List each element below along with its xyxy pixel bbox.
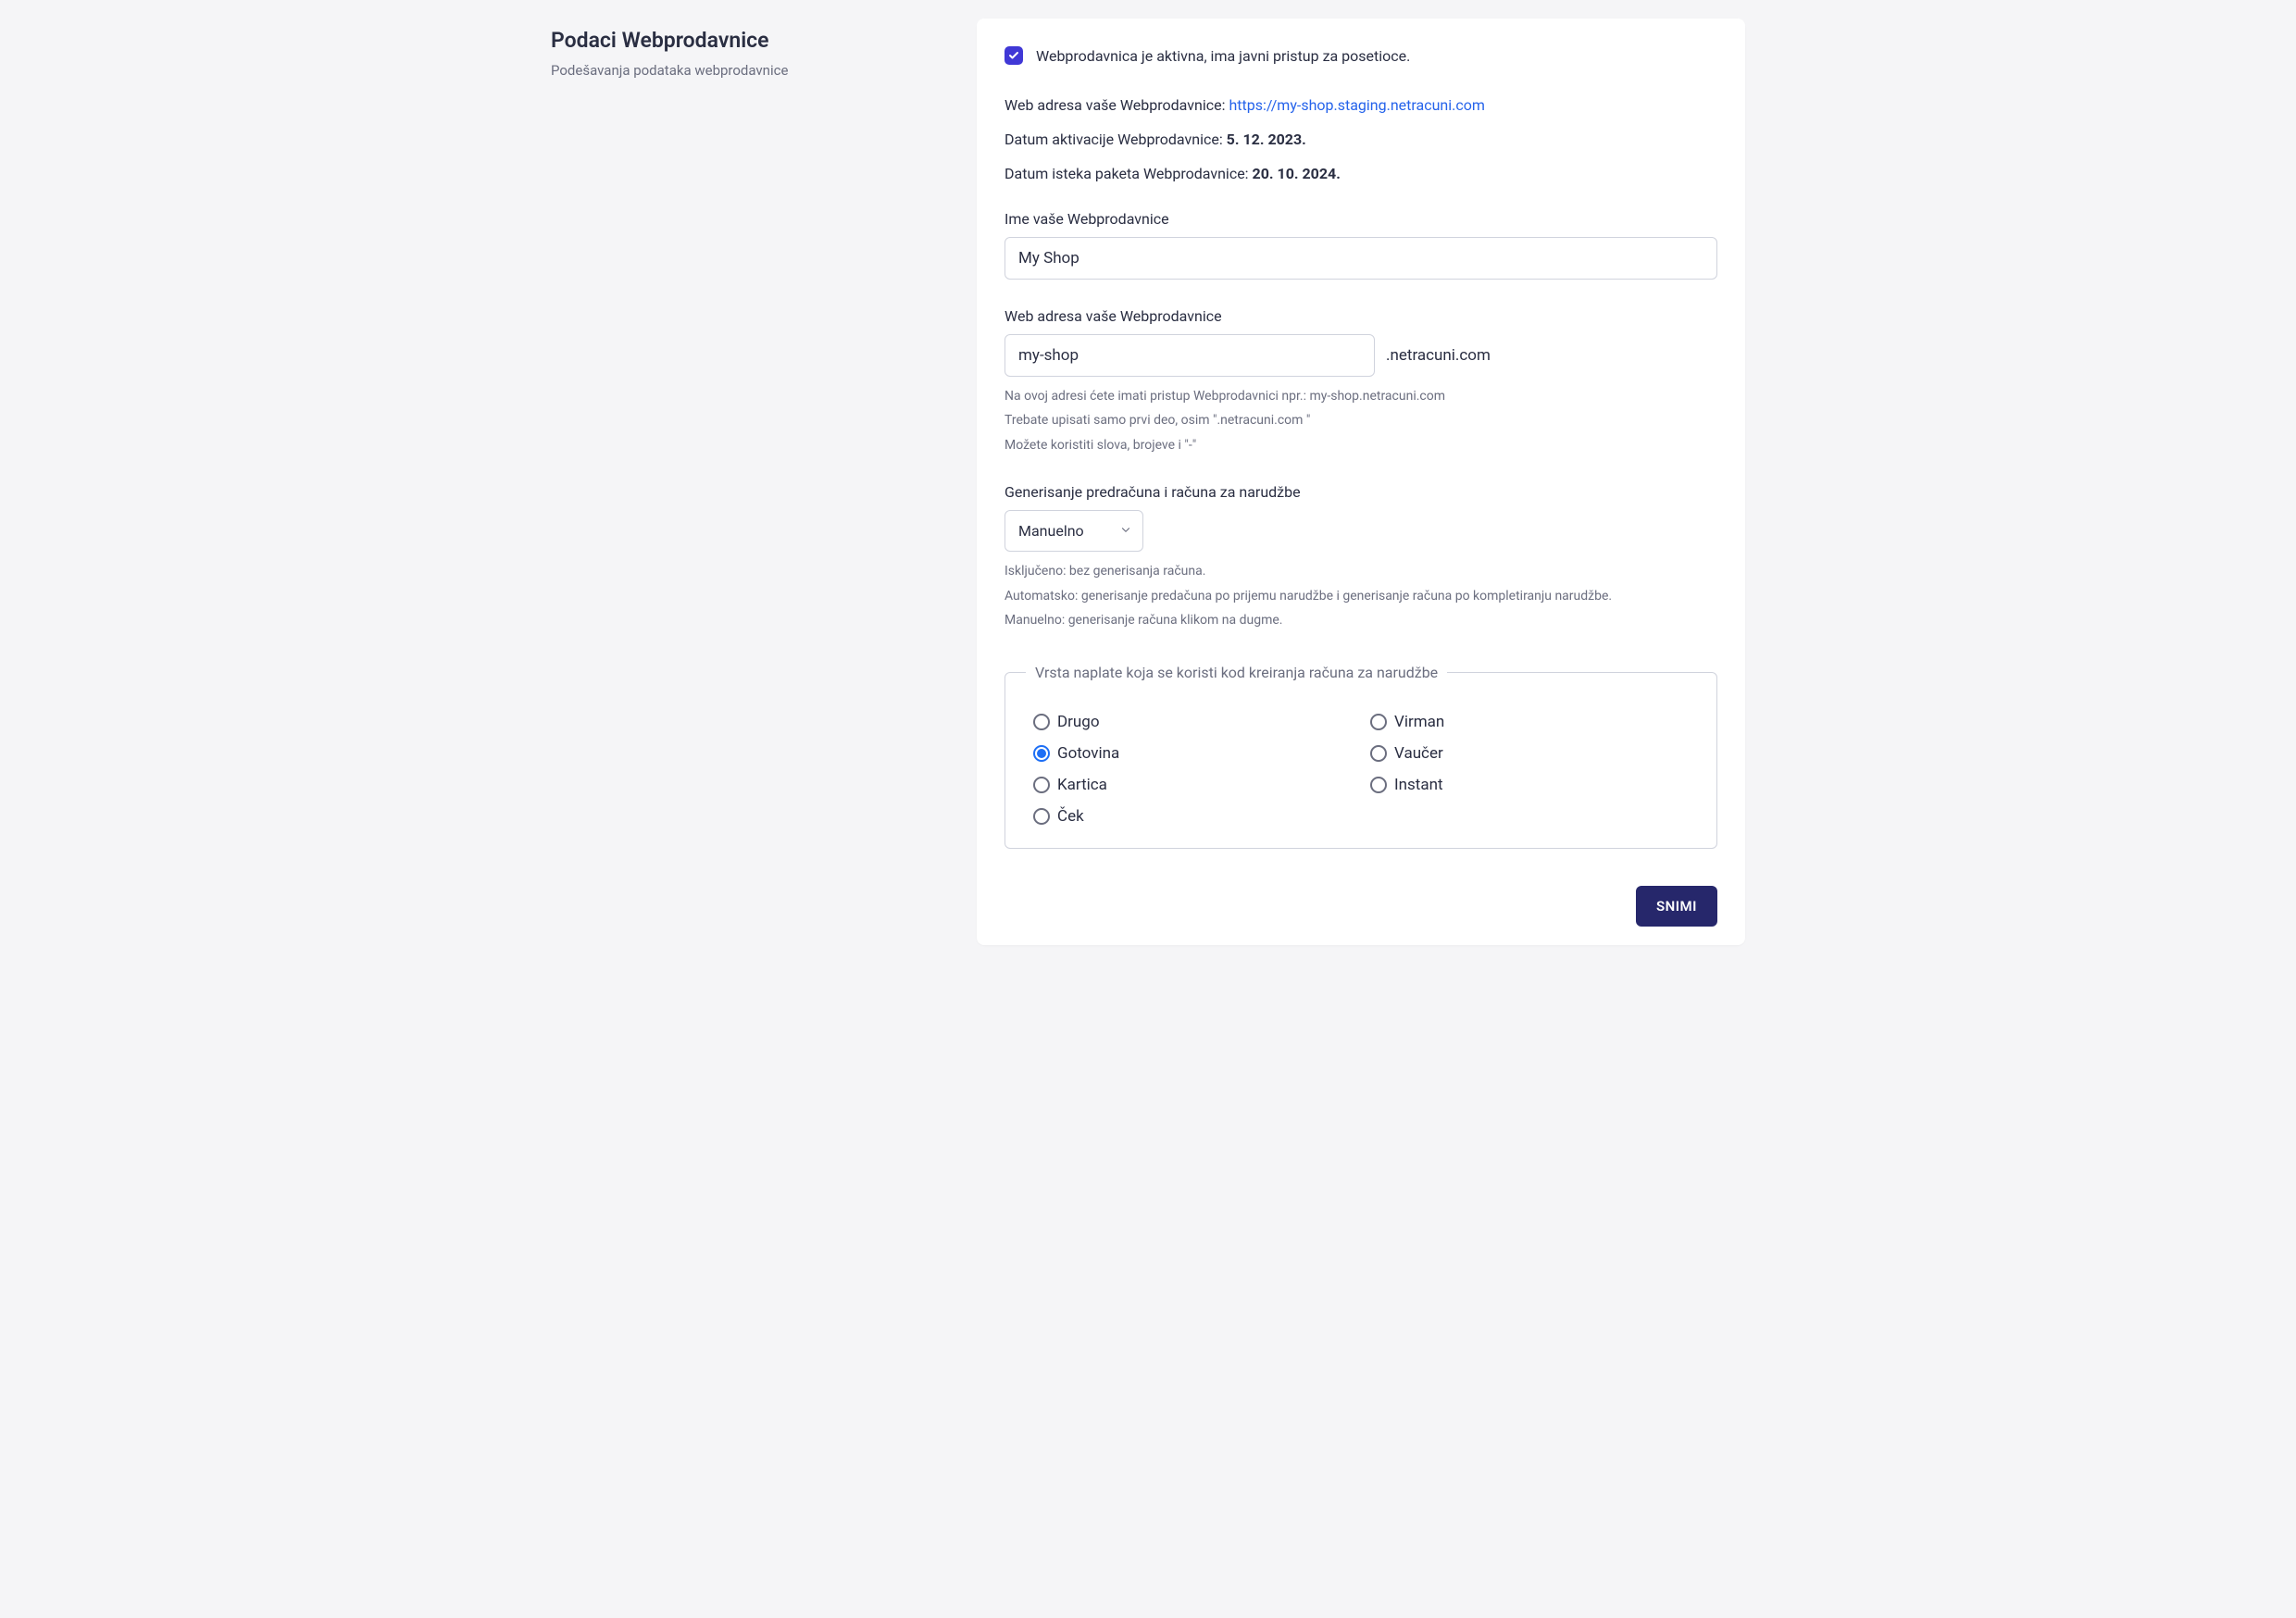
radio-icon [1033,714,1050,730]
help-text-line: Možete koristiti slova, brojeve i "-" [1004,435,1717,455]
radio-icon [1033,745,1050,762]
help-text-line: Na ovoj adresi ćete imati pristup Webpro… [1004,386,1717,406]
payment-type-radio[interactable]: Virman [1370,713,1689,731]
help-text-line: Manuelno: generisanje računa klikom na d… [1004,610,1717,630]
payment-type-radio[interactable]: Ček [1033,807,1352,826]
payment-type-radio[interactable]: Vaučer [1370,744,1689,763]
payment-type-fieldset: Vrsta naplate koja se koristi kod kreira… [1004,664,1717,849]
radio-label: Gotovina [1057,744,1119,763]
payment-type-radio[interactable]: Kartica [1033,776,1352,794]
invoice-gen-help: Isključeno: bez generisanja računa. Auto… [1004,561,1717,630]
domain-suffix: .netracuni.com [1386,346,1491,365]
page-title: Podaci Webprodavnice [551,28,940,53]
active-checkbox[interactable] [1004,46,1023,65]
help-text-line: Isključeno: bez generisanja računa. [1004,561,1717,581]
payment-type-legend: Vrsta naplate koja se koristi kod kreira… [1026,664,1447,681]
save-button[interactable]: SNIMI [1636,886,1717,927]
shop-address-help: Na ovoj adresi ćete imati pristup Webpro… [1004,386,1717,455]
web-address-info: Web adresa vaše Webprodavnice: https://m… [1004,96,1717,114]
radio-icon [1033,777,1050,793]
shop-name-label: Ime vaše Webprodavnice [1004,210,1717,228]
check-icon [1008,50,1019,61]
help-text-line: Trebate upisati samo prvi deo, osim ".ne… [1004,410,1717,430]
activation-date-label: Datum aktivacije Webprodavnice: [1004,131,1227,148]
web-address-link[interactable]: https://my-shop.staging.netracuni.com [1229,96,1484,114]
radio-label: Kartica [1057,776,1107,794]
invoice-gen-select[interactable]: Manuelno [1004,510,1143,552]
radio-label: Instant [1394,776,1443,794]
page-subtitle: Podešavanja podataka webprodavnice [551,62,940,79]
shop-address-input[interactable] [1004,334,1375,377]
invoice-gen-label: Generisanje predračuna i računa za narud… [1004,483,1717,501]
payment-type-radio[interactable]: Drugo [1033,713,1352,731]
web-address-label: Web adresa vaše Webprodavnice: [1004,96,1229,114]
active-checkbox-label: Webprodavnica je aktivna, ima javni pris… [1036,47,1410,65]
shop-name-input[interactable] [1004,237,1717,280]
payment-type-radio[interactable]: Instant [1370,776,1689,794]
help-text-line: Automatsko: generisanje predačuna po pri… [1004,586,1717,606]
activation-date-value: 5. 12. 2023. [1227,131,1306,148]
shop-address-label: Web adresa vaše Webprodavnice [1004,307,1717,325]
radio-label: Vaučer [1394,744,1443,763]
expiry-date-label: Datum isteka paketa Webprodavnice: [1004,165,1253,182]
radio-icon [1033,808,1050,825]
expiry-date-value: 20. 10. 2024. [1253,165,1341,182]
radio-icon [1370,714,1387,730]
radio-icon [1370,777,1387,793]
radio-label: Ček [1057,807,1084,826]
expiry-date-info: Datum isteka paketa Webprodavnice: 20. 1… [1004,165,1717,182]
activation-date-info: Datum aktivacije Webprodavnice: 5. 12. 2… [1004,131,1717,148]
radio-label: Drugo [1057,713,1100,731]
radio-icon [1370,745,1387,762]
payment-type-radio[interactable]: Gotovina [1033,744,1352,763]
settings-card: Webprodavnica je aktivna, ima javni pris… [977,19,1745,945]
radio-label: Virman [1394,713,1444,731]
